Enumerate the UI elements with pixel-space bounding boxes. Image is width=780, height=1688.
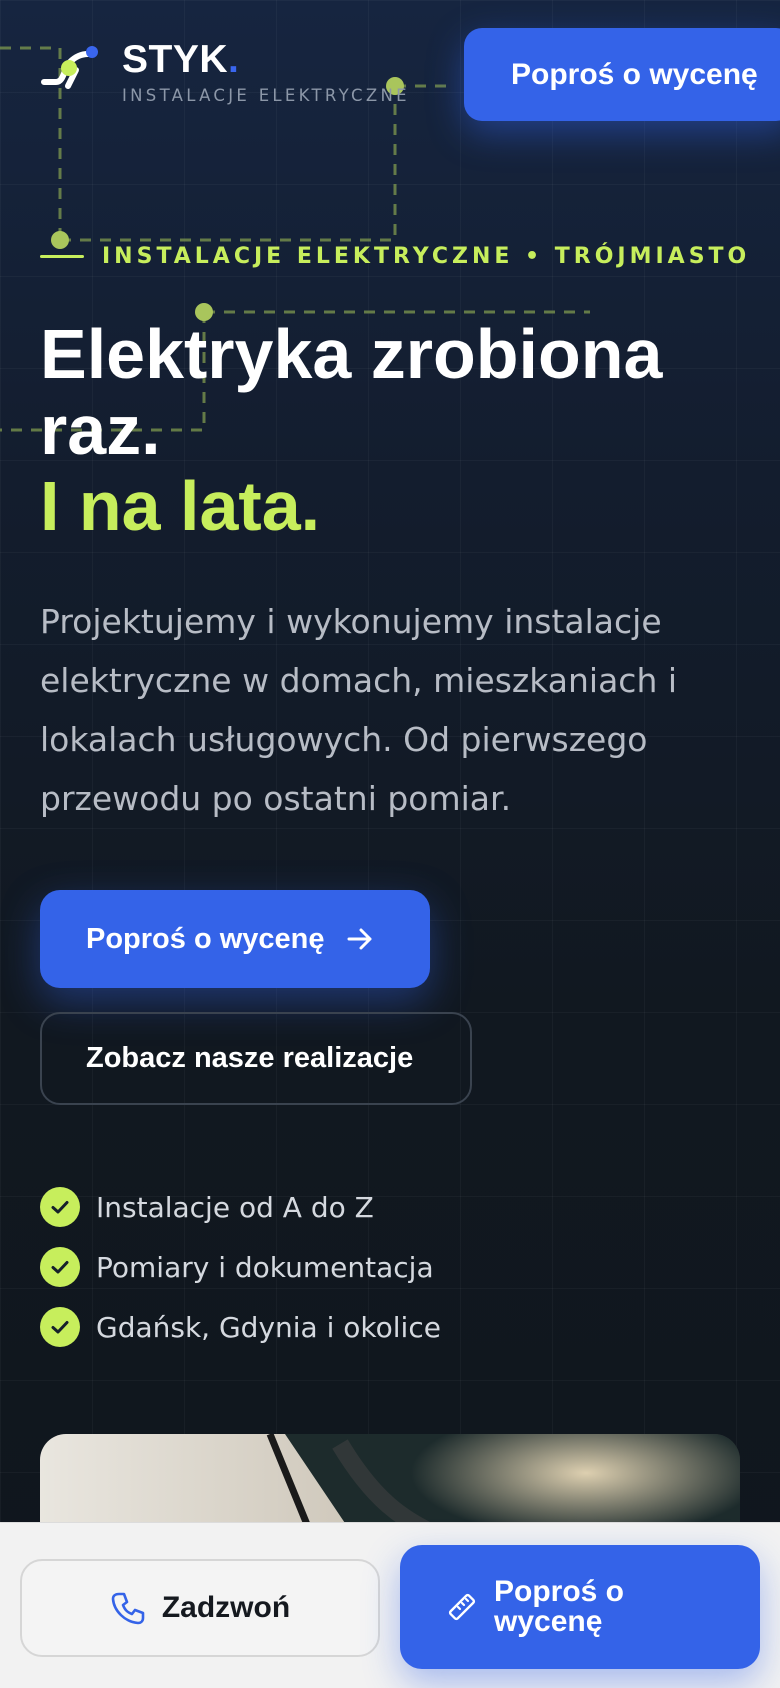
headline-accent: I na lata. [40,467,321,545]
header-quote-label: Poproś o wycenę [511,57,758,91]
plug-logo-icon [41,46,98,89]
brand-logo[interactable]: STYK. INSTALACJE ELEKTRYCZNE [40,40,410,105]
sticky-action-bar: Zadzwoń Poproś o wycenę [0,1522,780,1688]
call-button[interactable]: Zadzwoń [20,1559,380,1657]
feature-text: Pomiary i dokumentacja [96,1250,434,1284]
hero-headline: Elektryka zrobiona raz. I na lata. [40,316,760,544]
hero-lead: Projektujemy i wykonujemy instalacje ele… [40,602,678,818]
hero-quote-label: Poproś o wycenę [86,922,325,955]
brand-name: STYK. [122,38,240,81]
feature-text: Gdańsk, Gdynia i okolice [96,1310,441,1344]
hero-quote-button[interactable]: Poproś o wycenę [40,890,430,988]
call-label: Zadzwoń [161,1591,291,1624]
hero-eyebrow: INSTALACJE ELEKTRYCZNE • TRÓJMIASTO [40,244,750,269]
ruler-icon [448,1593,476,1621]
header-quote-button[interactable]: Poproś o wycenę [464,28,780,121]
check-icon [40,1307,80,1347]
feature-item: Pomiary i dokumentacja [40,1237,441,1297]
feature-item: Gdańsk, Gdynia i okolice [40,1297,441,1357]
check-icon [40,1187,80,1227]
check-icon [40,1247,80,1287]
feature-list: Instalacje od A do Z Pomiary i dokumenta… [40,1177,441,1357]
brand-tagline: INSTALACJE ELEKTRYCZNE [122,86,410,105]
eyebrow-line [40,255,84,258]
arrow-right-icon [347,928,372,950]
headline-main: Elektryka zrobiona raz. [40,315,663,469]
eyebrow-text: INSTALACJE ELEKTRYCZNE • TRÓJMIASTO [102,244,751,269]
projects-label: Zobacz nasze realizacje [86,1042,414,1074]
bottom-quote-button[interactable]: Poproś o wycenę [400,1545,760,1669]
feature-item: Instalacje od A do Z [40,1177,441,1237]
feature-text: Instalacje od A do Z [96,1190,374,1224]
projects-button[interactable]: Zobacz nasze realizacje [40,1012,472,1105]
phone-icon [111,1592,145,1625]
bottom-quote-label: Poproś o wycenę [494,1575,625,1638]
